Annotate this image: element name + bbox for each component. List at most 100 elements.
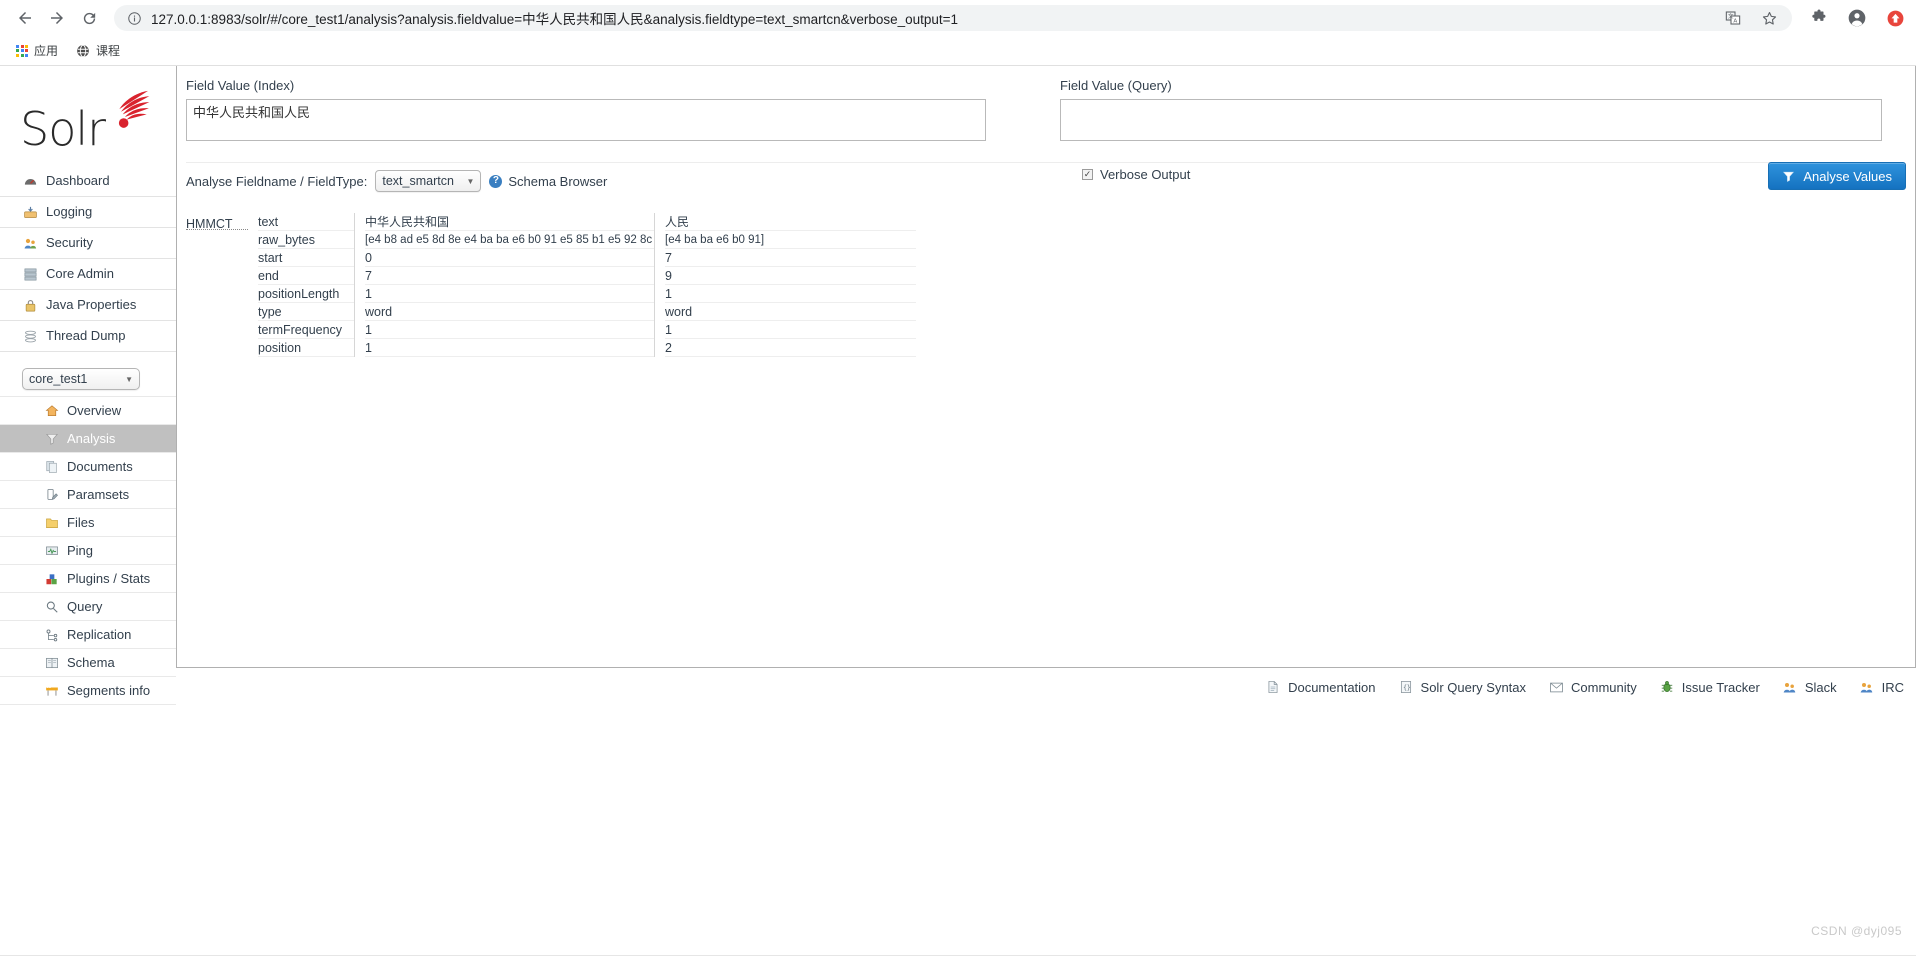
logging-icon [22,204,38,220]
sidebar-link-segments-info[interactable]: Segments info [0,677,176,704]
url-text: 127.0.0.1:8983/solr/#/core_test1/analysi… [151,12,959,27]
token-type: word [665,303,916,321]
puzzle-icon[interactable] [1808,7,1830,29]
sidebar-link-thread-dump[interactable]: Thread Dump [0,321,176,351]
update-icon[interactable] [1884,7,1906,29]
java-properties-icon [22,297,38,313]
sidebar-item-overview[interactable]: Overview [0,396,176,425]
funnel-icon [1782,170,1795,183]
footer-link-label: Issue Tracker [1681,679,1760,695]
globe-icon [76,44,90,58]
sidebar-item-label: Segments info [67,683,151,698]
footer-link-irc[interactable]: IRC [1859,679,1904,695]
sidebar-link-replication[interactable]: Replication [0,621,176,648]
bookmark-course[interactable]: 课程 [70,39,126,62]
sidebar-link-overview[interactable]: Overview [0,397,176,424]
account-icon[interactable] [1846,7,1868,29]
bookmark-label: 应用 [34,44,59,58]
sidebar-item-logging[interactable]: Logging [0,197,176,228]
sidebar-link-security[interactable]: Security [0,228,176,258]
verbose-output-label: Verbose Output [1100,167,1191,182]
back-button[interactable] [10,3,40,33]
apps-grid-icon [16,44,28,57]
token-end: 7 [365,267,654,285]
footer-link-documentation[interactable]: Documentation [1265,679,1376,695]
sidebar-item-schema[interactable]: Schema [0,649,176,677]
sidebar-item-thread-dump[interactable]: Thread Dump [0,321,176,352]
address-bar[interactable]: 127.0.0.1:8983/solr/#/core_test1/analysi… [114,5,1792,31]
sidebar-item-security[interactable]: Security [0,228,176,259]
ping-icon [44,543,60,559]
field-value-index-input[interactable] [186,99,986,141]
sidebar-link-analysis[interactable]: Analysis [0,425,176,452]
sidebar-link-logging[interactable]: Logging [0,197,176,227]
sidebar-link-core-admin[interactable]: Core Admin [0,259,176,289]
sidebar-main-menu: Dashboard Logging Security Core Admin Ja… [0,166,176,352]
field-value-query-block: Field Value (Query) [1060,78,1882,146]
chevron-down-icon: ▼ [466,176,475,186]
sidebar-item-core-admin[interactable]: Core Admin [0,259,176,290]
sidebar-item-label: Plugins / Stats [67,571,151,586]
sidebar-item-segments-info[interactable]: Segments info [0,677,176,705]
info-circle-icon[interactable] [126,10,142,26]
sidebar-item-analysis[interactable]: Analysis [0,425,176,453]
sidebar-link-paramsets[interactable]: Paramsets [0,481,176,508]
help-icon: ? [489,174,503,188]
token-text: 中华人民共和国 [365,213,654,231]
footer-link-solr-query-syntax[interactable]: {} Solr Query Syntax [1398,679,1526,695]
footer-link-community[interactable]: Community [1548,679,1637,695]
sidebar-item-java-properties[interactable]: Java Properties [0,290,176,321]
forward-button[interactable] [42,3,72,33]
browser-toolbar: 127.0.0.1:8983/solr/#/core_test1/analysi… [0,0,1916,36]
envelope-icon [1548,679,1564,695]
sidebar-item-dashboard[interactable]: Dashboard [0,166,176,197]
sidebar-item-label: Schema [67,655,115,670]
fieldtype-select[interactable]: text_smartcn ▼ [375,170,482,192]
sidebar-item-label: Java Properties [46,297,137,312]
bookmark-apps[interactable]: 应用 [10,39,64,62]
sidebar-item-label: Logging [46,204,93,219]
sidebar-item-documents[interactable]: Documents [0,453,176,481]
solr-logo[interactable]: Solr [20,90,170,162]
svg-text:A: A [1733,18,1737,24]
footer-links: Documentation {} Solr Query Syntax Commu… [176,676,1916,698]
core-menu: Overview Analysis Documents Paramsets Fi… [0,396,176,705]
sidebar-item-paramsets[interactable]: Paramsets [0,481,176,509]
sidebar-link-java-properties[interactable]: Java Properties [0,290,176,320]
token-term-frequency: 1 [365,321,654,339]
sidebar-item-plugins-stats[interactable]: Plugins / Stats [0,565,176,593]
star-icon[interactable] [1758,7,1780,29]
chevron-down-icon: ▼ [125,374,133,384]
sidebar-item-label: Replication [67,627,132,642]
reload-button[interactable] [74,3,104,33]
sidebar-link-dashboard[interactable]: Dashboard [0,166,176,196]
omnibox-actions: 文 A [1710,7,1780,29]
field-value-query-input[interactable] [1060,99,1882,141]
sidebar-link-plugins-stats[interactable]: Plugins / Stats [0,565,176,592]
sidebar-item-query[interactable]: Query [0,593,176,621]
footer-link-label: Documentation [1288,679,1376,695]
sidebar-link-ping[interactable]: Ping [0,537,176,564]
attribute-label: termFrequency [258,321,354,339]
footer-link-slack[interactable]: Slack [1782,679,1837,695]
sidebar-link-schema[interactable]: Schema [0,649,176,676]
sidebar-item-label: Analysis [67,431,116,446]
sidebar-item-ping[interactable]: Ping [0,537,176,565]
core-selector[interactable]: core_test1 ▼ [22,368,140,390]
translate-icon[interactable]: 文 A [1722,7,1744,29]
analyse-values-button[interactable]: Analyse Values [1768,162,1906,190]
verbose-output-toggle[interactable]: ✓ Verbose Output [1082,167,1190,182]
analyzer-name[interactable]: HMMCT [186,213,248,231]
sidebar-item-files[interactable]: Files [0,509,176,537]
footer-link-issue-tracker[interactable]: Issue Tracker [1659,679,1760,695]
sidebar-item-replication[interactable]: Replication [0,621,176,649]
schema-browser-link[interactable]: ? Schema Browser [489,174,607,189]
sidebar-link-query[interactable]: Query [0,593,176,620]
core-selector-wrap: core_test1 ▼ [22,368,176,390]
sidebar-link-documents[interactable]: Documents [0,453,176,480]
book-icon [44,655,60,671]
bottom-rule [0,955,1916,956]
sidebar-link-files[interactable]: Files [0,509,176,536]
footer-link-label: Community [1571,679,1637,695]
verbose-output-checkbox[interactable]: ✓ [1082,169,1093,180]
